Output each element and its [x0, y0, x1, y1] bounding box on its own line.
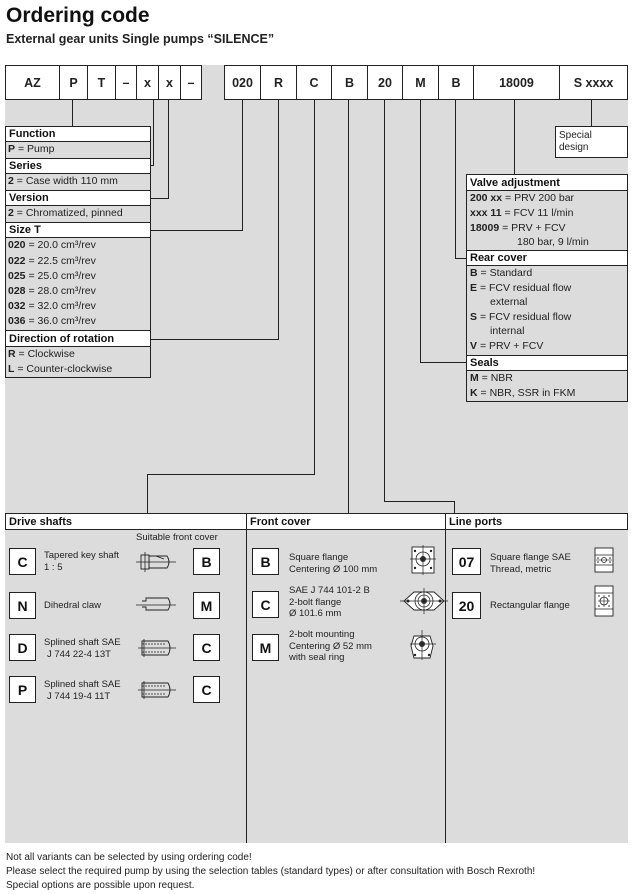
code-field-seals: M: [402, 65, 439, 100]
rear-cover-option: E = FCV residual flow: [470, 282, 572, 294]
front-cover-desc: 2-bolt mounting Centering Ø 52 mm with sea…: [289, 629, 372, 663]
code-field-type: AZ: [5, 65, 60, 100]
rear-cover-option-detail: internal: [490, 325, 525, 337]
code-field-rear-cover: B: [438, 65, 474, 100]
two-bolt-flange-icon: [400, 588, 448, 614]
series-heading: Series: [5, 158, 151, 174]
function-option: P = Pump: [8, 143, 55, 155]
front-cover-desc: SAE J 744 101-2 B 2-bolt flange Ø 101.6 mm: [289, 585, 370, 619]
front-cover-desc: Square flange Centering Ø 100 mm: [289, 552, 378, 575]
code-field-drive-shaft: C: [296, 65, 332, 100]
code-field-series: x: [136, 65, 159, 100]
suitable-cover-code: C: [193, 634, 220, 661]
drive-shafts-heading: Drive shafts: [5, 513, 247, 530]
line-port-desc: Square flange SAE Thread, metric: [490, 552, 571, 575]
rear-cover-option: S = FCV residual flow: [470, 311, 572, 323]
rectangular-flange-port-icon: [594, 585, 614, 617]
code-field-dash-1: –: [115, 65, 137, 100]
drive-shaft-code: C: [9, 548, 36, 575]
column-divider: [246, 529, 247, 843]
code-field-size: 020: [224, 65, 261, 100]
drive-shaft-desc: Dihedral claw: [44, 600, 102, 611]
footer-note: Please select the required pump by using…: [6, 866, 536, 877]
rear-cover-heading: Rear cover: [466, 250, 628, 266]
rear-cover-option: V = PRV + FCV: [470, 340, 544, 352]
page-title: Ordering code: [6, 4, 150, 27]
code-field-front-cover: B: [331, 65, 368, 100]
valve-option-detail: 180 bar, 9 l/min: [517, 236, 589, 248]
seals-heading: Seals: [466, 355, 628, 371]
seals-option: K = NBR, SSR in FKM: [470, 387, 576, 399]
valve-heading: Valve adjustment: [466, 174, 628, 191]
suitable-cover-code: M: [193, 592, 220, 619]
line-port-desc: Rectangular flange: [490, 600, 570, 611]
two-bolt-mounting-icon: [410, 630, 436, 660]
valve-option: 18009 = PRV + FCV: [470, 222, 566, 234]
drive-shaft-desc: Tapered key shaft 1 : 5: [44, 550, 119, 573]
line-port-code: 07: [452, 548, 481, 575]
suitable-front-cover-label: Suitable front cover: [136, 532, 218, 543]
rotation-option: L = Counter-clockwise: [8, 363, 113, 375]
special-design-line1: Special: [559, 130, 592, 141]
code-field-valve: 18009: [473, 65, 560, 100]
code-field-dash-2: –: [180, 65, 202, 100]
code-field-rotation: R: [260, 65, 297, 100]
page-subtitle: External gear units Single pumps “SILENC…: [6, 32, 275, 46]
size-option: 032 = 32.0 cm³/rev: [8, 300, 96, 312]
code-field-version: x: [158, 65, 181, 100]
code-field-line-ports: 20: [367, 65, 403, 100]
drive-shaft-code: N: [9, 592, 36, 619]
front-cover-code: B: [252, 548, 279, 575]
size-option: 022 = 22.5 cm³/rev: [8, 255, 96, 267]
series-option: 2 = Case width 110 mm: [8, 175, 118, 187]
ordering-code-bar: AZ P T – x x – 020 R C B 20 M B 18009 S …: [5, 65, 628, 102]
code-field-special: S xxxx: [559, 65, 628, 100]
suitable-cover-code: C: [193, 676, 220, 703]
drive-shaft-code: P: [9, 676, 36, 703]
code-field-function: P: [59, 65, 88, 100]
code-field-t: T: [87, 65, 116, 100]
version-option: 2 = Chromatized, pinned: [8, 207, 123, 219]
special-design-line2: design: [559, 142, 589, 153]
column-divider: [445, 529, 446, 843]
footer-note: Special options are possible upon reques…: [6, 880, 195, 891]
drive-shaft-desc: Splined shaft SAE J 744 19-4 11T: [44, 679, 121, 702]
splined-shaft-icon: [138, 639, 176, 657]
drive-shaft-desc: Splined shaft SAE J 744 22-4 13T: [44, 637, 121, 660]
drive-shaft-code: D: [9, 634, 36, 661]
size-option: 028 = 28.0 cm³/rev: [8, 285, 96, 297]
square-flange-port-icon: [594, 547, 614, 573]
seals-option: M = NBR: [470, 372, 513, 384]
dihedral-claw-icon: [136, 597, 176, 611]
line-port-code: 20: [452, 592, 481, 619]
tapered-shaft-icon: [136, 552, 176, 572]
size-option: 025 = 25.0 cm³/rev: [8, 270, 96, 282]
version-heading: Version: [5, 190, 151, 206]
special-design-box: Special design: [555, 126, 628, 158]
front-cover-heading: Front cover: [246, 513, 446, 530]
size-option: 020 = 20.0 cm³/rev: [8, 239, 96, 251]
size-heading: Size T: [5, 222, 151, 238]
rear-cover-option-detail: external: [490, 296, 528, 308]
suitable-cover-code: B: [193, 548, 220, 575]
square-flange-icon: [410, 545, 436, 575]
front-cover-code: C: [252, 591, 279, 618]
rear-cover-option: B = Standard: [470, 267, 533, 279]
function-heading: Function: [5, 126, 151, 142]
valve-option: 200 xx = PRV 200 bar: [470, 192, 575, 204]
rotation-heading: Direction of rotation: [5, 330, 151, 347]
front-cover-code: M: [252, 634, 279, 661]
splined-shaft-icon: [138, 681, 176, 699]
footer-note: Not all variants can be selected by usin…: [6, 852, 252, 863]
valve-option: xxx 11 = FCV 11 l/min: [470, 207, 574, 219]
line-ports-heading: Line ports: [445, 513, 628, 530]
size-option: 036 = 36.0 cm³/rev: [8, 315, 96, 327]
rotation-option: R = Clockwise: [8, 348, 75, 360]
